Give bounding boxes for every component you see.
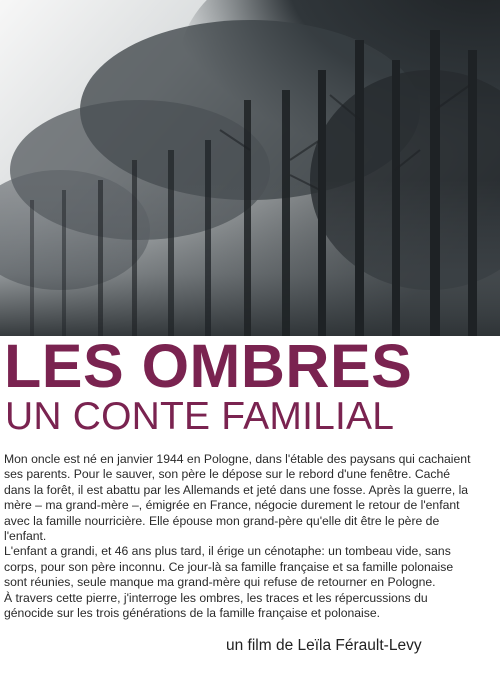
synopsis-paragraph: À travers cette pierre, j'interroge les … bbox=[4, 590, 428, 621]
synopsis: Mon oncle est né en janvier 1944 en Polo… bbox=[4, 452, 474, 621]
synopsis-paragraph: Mon oncle est né en janvier 1944 en Polo… bbox=[4, 452, 471, 544]
poster-title: LES OMBRES bbox=[4, 332, 413, 400]
forest-photo bbox=[0, 0, 500, 336]
poster-subtitle: UN CONTE FAMILIAL bbox=[5, 395, 395, 438]
film-credit: un film de Leïla Férault-Levy bbox=[226, 637, 422, 654]
synopsis-paragraph: L'enfant a grandi, et 46 ans plus tard, … bbox=[4, 544, 454, 590]
